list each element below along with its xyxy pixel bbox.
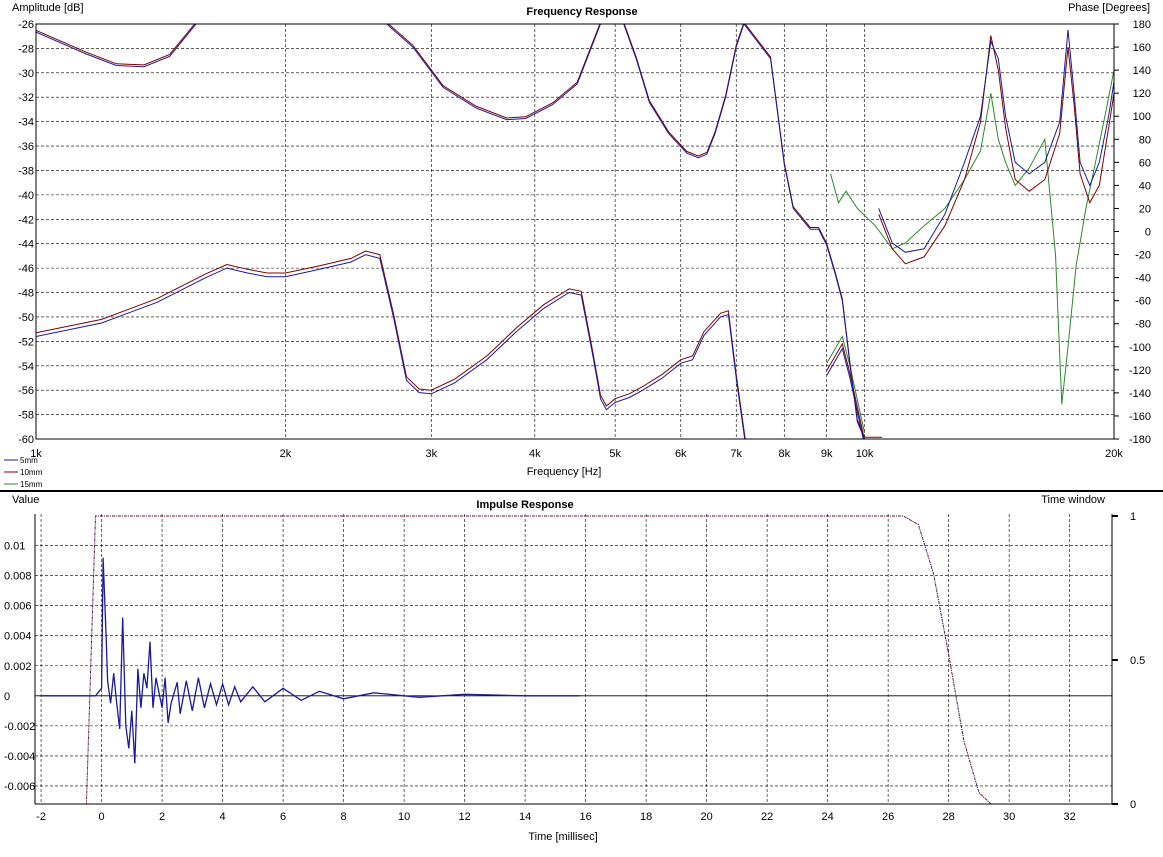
fr-y2-tick-label: 140	[1133, 65, 1151, 77]
ir-y-tick-label: -0.006	[4, 781, 35, 793]
ir-y-tick-label: -0.004	[4, 751, 35, 763]
ir-x-tick-label: 22	[761, 811, 773, 823]
fr-y2-tick-label: -20	[1135, 250, 1151, 262]
fr-y2-tick-label: -140	[1129, 388, 1151, 400]
fr-y2-tick-label: -160	[1129, 411, 1151, 423]
fr-y-tick-label: -42	[18, 214, 34, 226]
fr-y-tick-label: -34	[18, 117, 34, 129]
ir-x-tick-label: 28	[943, 811, 955, 823]
ir-x-tick-label: 26	[882, 811, 894, 823]
legend-label-5mm: 5mm	[20, 456, 38, 465]
fr-x-tick-label: 6k	[675, 448, 687, 460]
fr-y-tick-label: -44	[18, 239, 34, 251]
fr-y2-tick-label: 0	[1145, 227, 1151, 239]
ir-y-tick-label: 0.004	[4, 631, 32, 643]
fr-y-tick-label: -50	[18, 312, 34, 324]
ir-y2-tick-label: 0.5	[1130, 655, 1145, 667]
fr-y-tick-label: -60	[18, 434, 34, 446]
fr-y-tick-label: -26	[18, 19, 34, 31]
fr-y-tick-label: -40	[18, 190, 34, 202]
fr-y-tick-label: -54	[18, 361, 34, 373]
fr-y2-tick-label: -60	[1135, 296, 1151, 308]
legend-label-10mm: 10mm	[20, 468, 43, 477]
ir-y-tick-label: 0.008	[4, 571, 32, 583]
fr-x-axis-label: Frequency [Hz]	[527, 466, 602, 478]
ir-y-tick-label: 0	[4, 691, 10, 703]
fr-y-tick-label: -30	[18, 68, 34, 80]
fr-y2-tick-label: 80	[1139, 134, 1151, 146]
ir-x-tick-label: 24	[821, 811, 833, 823]
ir-x-axis-label: Time [millisec]	[528, 831, 597, 843]
fr-y2-tick-label: 120	[1133, 88, 1151, 100]
ir-x-tick-label: 10	[398, 811, 410, 823]
ir-y-axis-label: Value	[12, 494, 39, 506]
fr-x-tick-label: 7k	[730, 448, 742, 460]
fr-x-tick-label: 4k	[529, 448, 541, 460]
fr-y2-tick-label: -100	[1129, 342, 1151, 354]
fr-x-tick-label: 5k	[609, 448, 621, 460]
ir-x-tick-label: -2	[36, 811, 46, 823]
fr-x-tick-label: 10k	[856, 448, 874, 460]
ir-x-tick-label: 12	[458, 811, 470, 823]
fr-x-tick-label: 20k	[1105, 448, 1123, 460]
fr-y2-axis-label: Phase [Degrees]	[1068, 2, 1150, 14]
fr-y2-tick-label: 100	[1133, 111, 1151, 123]
ir-x-tick-label: 20	[700, 811, 712, 823]
ir-x-tick-label: 4	[220, 811, 226, 823]
ir-y-tick-label: 0.002	[4, 661, 32, 673]
ir-x-tick-label: 18	[640, 811, 652, 823]
fr-y2-tick-label: -80	[1135, 319, 1151, 331]
ir-x-tick-label: 16	[579, 811, 591, 823]
fr-x-tick-label: 3k	[426, 448, 438, 460]
ir-x-tick-label: 14	[519, 811, 531, 823]
ir-y2-tick-label: 0	[1130, 799, 1136, 811]
legend-label-15mm: 15mm	[20, 480, 43, 489]
ir-x-tick-label: 0	[98, 811, 104, 823]
fr-x-tick-label: 8k	[778, 448, 790, 460]
fr-title: Frequency Response	[526, 6, 637, 18]
fr-y-tick-label: -58	[18, 410, 34, 422]
fr-y-tick-label: -52	[18, 336, 34, 348]
fr-y-tick-label: -28	[18, 43, 34, 55]
ir-y-tick-label: -0.002	[4, 721, 35, 733]
fr-y2-tick-label: 180	[1133, 19, 1151, 31]
fr-y2-tick-label: 160	[1133, 42, 1151, 54]
fr-y-tick-label: -46	[18, 263, 34, 275]
ir-y-tick-label: 0.01	[4, 541, 25, 553]
ir-x-tick-label: 32	[1064, 811, 1076, 823]
ir-y2-tick-label: 1	[1130, 511, 1136, 523]
fr-y-tick-label: -36	[18, 141, 34, 153]
fr-y2-tick-label: 40	[1139, 180, 1151, 192]
measurement-window: Frequency Response Amplitude [dB] Phase …	[0, 0, 1163, 854]
ir-x-tick-label: 8	[341, 811, 347, 823]
fr-y2-tick-label: 20	[1139, 203, 1151, 215]
fr-y-tick-label: -56	[18, 385, 34, 397]
ir-x-tick-label: 2	[159, 811, 165, 823]
ir-title: Impulse Response	[476, 499, 573, 511]
ir-x-tick-label: 30	[1003, 811, 1015, 823]
fr-y-axis-label: Amplitude [dB]	[12, 2, 84, 14]
ir-x-tick-label: 6	[280, 811, 286, 823]
fr-y-tick-label: -38	[18, 165, 34, 177]
fr-x-tick-label: 2k	[280, 448, 292, 460]
fr-y-tick-label: -32	[18, 92, 34, 104]
fr-y2-tick-label: -120	[1129, 365, 1151, 377]
fr-y-tick-label: -48	[18, 288, 34, 300]
fr-y2-tick-label: 60	[1139, 157, 1151, 169]
ir-y-tick-label: 0.006	[4, 601, 32, 613]
charts-canvas: Frequency Response Amplitude [dB] Phase …	[0, 0, 1163, 854]
fr-x-tick-label: 9k	[821, 448, 833, 460]
fr-y2-tick-label: -180	[1129, 434, 1151, 446]
fr-y2-tick-label: -40	[1135, 273, 1151, 285]
ir-y2-axis-label: Time window	[1041, 494, 1105, 506]
